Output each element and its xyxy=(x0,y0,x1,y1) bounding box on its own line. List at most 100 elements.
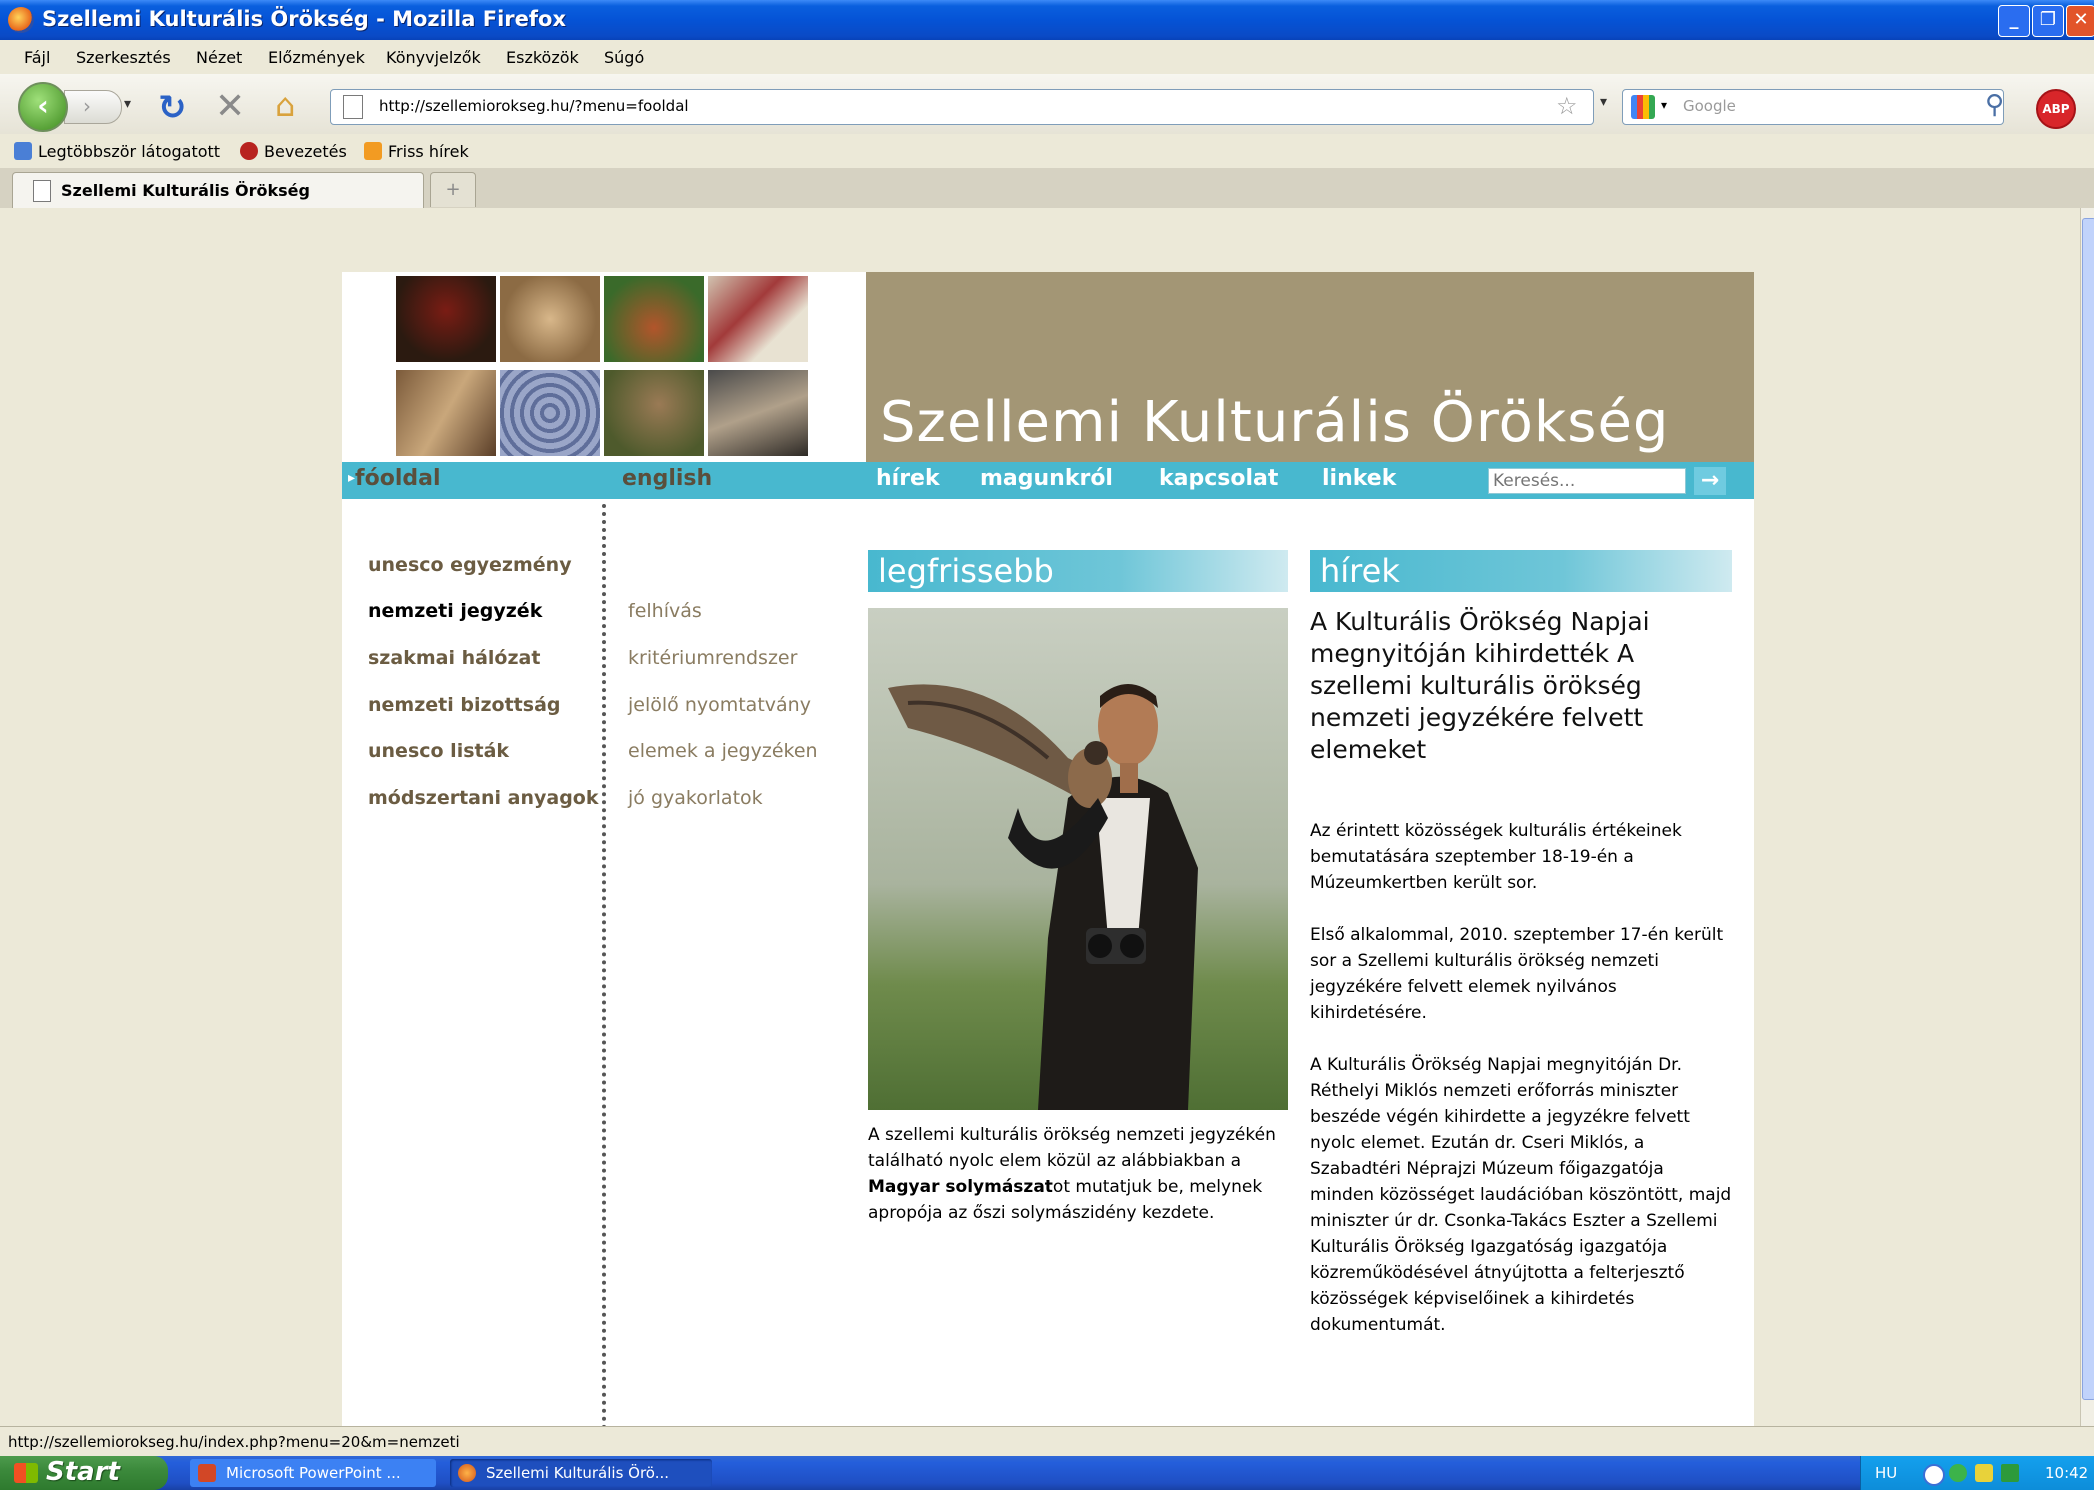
reload-icon[interactable]: ↻ xyxy=(158,88,187,128)
url-dropdown-icon[interactable]: ▾ xyxy=(1600,94,1607,110)
maximize-button[interactable]: ❐ xyxy=(2032,5,2064,37)
photo-crowd xyxy=(708,370,808,456)
nav-home[interactable]: ▸fóoldal xyxy=(348,466,441,491)
bookmark-folder-icon xyxy=(14,142,32,160)
menu-tools[interactable]: Eszközök xyxy=(506,48,579,67)
web-page: Szellemi Kulturális Örökség ▸fóoldal eng… xyxy=(342,272,1754,1426)
new-tab-button[interactable]: + xyxy=(430,172,476,207)
window-titlebar: Szellemi Kulturális Örökség - Mozilla Fi… xyxy=(0,0,2094,40)
windows-logo-icon xyxy=(14,1463,38,1483)
submenu-nomination-form[interactable]: jelölő nyomtatvány xyxy=(628,694,811,716)
menu-history[interactable]: Előzmények xyxy=(268,48,365,67)
menu-methodology[interactable]: módszertani anyagok xyxy=(368,787,598,809)
security-icon[interactable] xyxy=(1975,1464,1993,1482)
banner-photo-grid xyxy=(342,272,866,462)
menu-professional-network[interactable]: szakmai hálózat xyxy=(368,647,540,669)
back-button[interactable]: ‹ xyxy=(18,82,68,132)
url-text[interactable]: http://szellemiorokseg.hu/?menu=fooldal xyxy=(379,97,689,115)
firefox-bookmark-icon xyxy=(240,142,258,160)
latest-caption: A szellemi kulturális örökség nemzeti je… xyxy=(868,1122,1288,1226)
minimize-button[interactable]: _ xyxy=(1998,5,2030,37)
nav-home-label: fóoldal xyxy=(355,466,441,491)
menu-bar: Fájl Szerkesztés Nézet Előzmények Könyvj… xyxy=(0,40,2094,74)
site-search-button[interactable]: → xyxy=(1694,467,1726,495)
stop-icon[interactable]: ✕ xyxy=(215,86,245,127)
tab-strip: Szellemi Kulturális Örökség + xyxy=(0,168,2094,209)
tab-label: Szellemi Kulturális Örökség xyxy=(61,181,310,200)
bookmark-label: Legtöbbször látogatott xyxy=(38,142,221,161)
adblock-plus-icon[interactable]: ABP xyxy=(2036,89,2076,129)
submenu-good-practices[interactable]: jó gyakorlatok xyxy=(628,787,763,809)
menu-divider xyxy=(602,504,606,1426)
taskbar-item-firefox[interactable]: Szellemi Kulturális Örö... xyxy=(450,1459,712,1487)
news-paragraph: Első alkalommal, 2010. szeptember 17-én … xyxy=(1310,925,1724,1023)
site-nav: ▸fóoldal english hírek magunkról kapcsol… xyxy=(342,462,1754,499)
bookmark-label: Friss hírek xyxy=(388,142,469,161)
menu-national-register[interactable]: nemzeti jegyzék xyxy=(368,600,542,622)
rss-feed-icon xyxy=(364,142,382,160)
search-box[interactable]: ▾ Google xyxy=(1622,89,2004,125)
latest-heading-text: legfrissebb xyxy=(878,552,1054,590)
play-arrow-icon: ▸ xyxy=(348,470,356,486)
submenu-register-elements[interactable]: elemek a jegyzéken xyxy=(628,740,818,762)
photo-carving xyxy=(500,276,600,362)
bookmark-star-icon[interactable]: ☆ xyxy=(1556,92,1578,120)
window-title: Szellemi Kulturális Örökség - Mozilla Fi… xyxy=(42,7,566,31)
url-bar[interactable]: http://szellemiorokseg.hu/?menu=fooldal … xyxy=(330,89,1594,125)
home-icon[interactable]: ⌂ xyxy=(275,86,295,124)
submenu-call[interactable]: felhívás xyxy=(628,600,702,622)
status-text: http://szellemiorokseg.hu/index.php?menu… xyxy=(8,1433,460,1451)
nav-links[interactable]: linkek xyxy=(1322,466,1396,491)
engine-dropdown-icon[interactable]: ▾ xyxy=(1661,98,1667,112)
clock: 10:42 xyxy=(2045,1464,2089,1482)
nav-about[interactable]: magunkról xyxy=(980,466,1113,491)
google-icon[interactable] xyxy=(1631,95,1655,119)
taskbar-item-label: Microsoft PowerPoint ... xyxy=(226,1464,401,1482)
close-button[interactable]: ✕ xyxy=(2066,5,2094,37)
taskbar-item-powerpoint[interactable]: Microsoft PowerPoint ... xyxy=(190,1459,436,1487)
caption-highlight[interactable]: Magyar solymászat xyxy=(868,1177,1053,1197)
firefox-icon xyxy=(8,7,34,33)
update-icon[interactable] xyxy=(1949,1464,1967,1482)
menu-bookmarks[interactable]: Könyvjelzők xyxy=(386,48,481,67)
site-search-input[interactable] xyxy=(1488,468,1686,494)
photo-mask xyxy=(396,276,496,362)
forward-button[interactable]: › xyxy=(64,90,122,124)
bookmark-getting-started[interactable]: Bevezetés xyxy=(240,142,347,161)
menu-national-committee[interactable]: nemzeti bizottság xyxy=(368,694,561,716)
menu-help[interactable]: Súgó xyxy=(604,48,644,67)
tab-szellemi[interactable]: Szellemi Kulturális Örökség xyxy=(12,172,424,209)
menu-view[interactable]: Nézet xyxy=(196,48,242,67)
language-indicator[interactable]: HU xyxy=(1875,1464,1897,1482)
photo-falcon-small xyxy=(604,370,704,456)
caption-part-a: A szellemi kulturális örökség nemzeti je… xyxy=(868,1125,1276,1171)
menu-unesco-lists[interactable]: unesco listák xyxy=(368,740,509,762)
nav-news[interactable]: hírek xyxy=(876,466,940,491)
news-heading: hírek xyxy=(1310,550,1732,592)
nav-english[interactable]: english xyxy=(622,466,712,491)
submenu-criteria[interactable]: kritériumrendszer xyxy=(628,647,797,669)
start-button[interactable]: Start xyxy=(0,1456,168,1490)
bookmark-latest-news[interactable]: Friss hírek xyxy=(364,142,469,161)
search-icon[interactable]: ⚲ xyxy=(1985,90,2004,120)
history-dropdown-icon[interactable]: ▾ xyxy=(124,96,131,112)
menu-edit[interactable]: Szerkesztés xyxy=(76,48,171,67)
menu-unesco-convention[interactable]: unesco egyezmény xyxy=(368,554,572,576)
photo-market xyxy=(396,370,496,456)
taskbar: Start Microsoft PowerPoint ... Szellemi … xyxy=(0,1456,2094,1490)
bookmark-most-visited[interactable]: Legtöbbször látogatott xyxy=(14,142,220,161)
news-paragraph: Az érintett közösségek kulturális értéke… xyxy=(1310,821,1682,893)
powerpoint-icon xyxy=(198,1464,216,1482)
photo-cauldron xyxy=(604,276,704,362)
vertical-scrollbar[interactable] xyxy=(2080,208,2094,1426)
nav-contact[interactable]: kapcsolat xyxy=(1159,466,1278,491)
navigation-toolbar: › ‹ ▾ ↻ ✕ ⌂ http://szellemiorokseg.hu/?m… xyxy=(0,74,2094,135)
falconer-photo[interactable] xyxy=(868,608,1288,1110)
scrollbar-thumb[interactable] xyxy=(2082,218,2094,1400)
search-placeholder[interactable]: Google xyxy=(1683,97,1736,115)
menu-file[interactable]: Fájl xyxy=(24,48,50,67)
antivirus-icon[interactable] xyxy=(2001,1464,2019,1482)
page-icon xyxy=(33,180,51,202)
news-title[interactable]: A Kulturális Örökség Napjai megnyitóján … xyxy=(1310,606,1730,766)
network-icon[interactable] xyxy=(1923,1464,1945,1486)
